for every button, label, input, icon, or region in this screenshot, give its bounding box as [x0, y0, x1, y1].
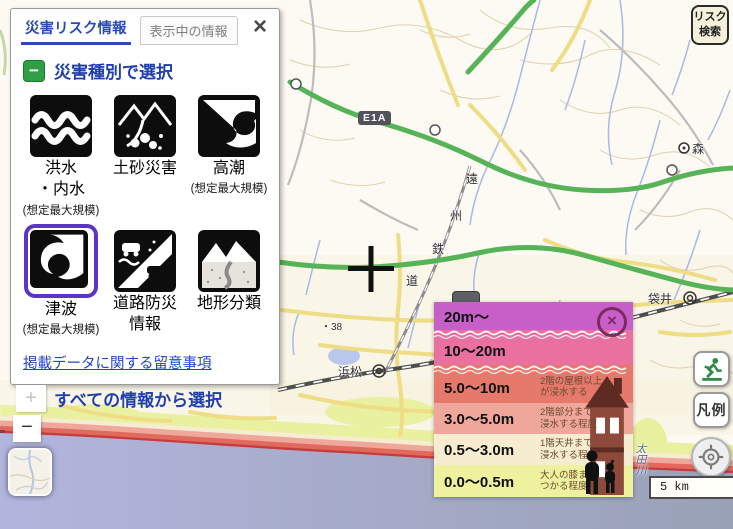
legend-row-label: 5.0～10m	[434, 377, 540, 398]
map-label-fukuroi: 袋井	[648, 290, 672, 307]
legend-row-label: 10～20m	[434, 340, 540, 361]
landform-icon	[198, 230, 260, 292]
hazard-button-tsunami[interactable]: 津波 (想定最大規模)	[19, 230, 103, 337]
tab-disaster-risk-info[interactable]: 災害リスク情報	[21, 14, 131, 45]
map-label-enshu-4: 道	[406, 272, 418, 289]
evacuation-person-icon	[699, 356, 725, 382]
legend-row-desc: 2階部分まで浸水する程度	[540, 407, 618, 430]
storm-surge-icon	[198, 95, 260, 157]
map-label-mori: 森	[692, 140, 704, 157]
legend-row-label: 3.0～5.0m	[434, 408, 540, 429]
legend-button[interactable]: 凡例	[693, 392, 730, 428]
hazard-button-road-hazard[interactable]: 道路防災 情報	[103, 230, 187, 337]
tab-displayed-info[interactable]: 表示中の情報	[140, 16, 238, 45]
legend-row: 5.0～10m 2階の屋根以上が浸水する	[434, 365, 633, 403]
hazard-map-app: E1A 森 袋井 浜松 ・38 遠 州 鉄 道 太田川 災害リスク情報 表示中の…	[0, 0, 733, 529]
hazard-note: (想定最大規模)	[23, 202, 100, 218]
hazard-note: (想定最大規模)	[23, 321, 100, 337]
hazard-button-landform[interactable]: 地形分類	[187, 230, 271, 337]
legend-row: 10～20m	[434, 330, 633, 365]
map-label-enshu-2: 州	[450, 207, 462, 224]
current-location-button[interactable]	[691, 437, 731, 477]
map-label-ota-river: 太田川	[632, 443, 648, 476]
hazard-note: (想定最大規模)	[191, 180, 268, 196]
hazard-button-landslide[interactable]: 土砂災害	[103, 95, 187, 218]
close-icon[interactable]: ×	[253, 17, 267, 37]
hazard-label: 情報	[129, 316, 161, 334]
road-hazard-icon	[114, 230, 176, 292]
wave-separator	[434, 365, 633, 374]
scale-bar: 5 km	[649, 476, 733, 499]
map-label-enshu-1: 遠	[466, 170, 478, 187]
section-title-select-from-all: すべての情報から選択	[54, 386, 222, 411]
hazard-label: 高潮	[213, 160, 245, 178]
hazard-button-storm-surge[interactable]: 高潮 (想定最大規模)	[187, 95, 271, 218]
evacuation-sites-button[interactable]	[693, 351, 730, 387]
section-title-select-by-type: 災害種別で選択	[54, 58, 173, 83]
risk-search-label-1: リスク	[693, 10, 727, 25]
hazard-label: 土砂災害	[113, 160, 177, 178]
zoom-out-button[interactable]: −	[13, 415, 41, 442]
hazard-label: 洪水	[45, 160, 77, 178]
legend-row: 3.0～5.0m 2階部分まで浸水する程度	[434, 403, 633, 434]
map-label-enshu-3: 鉄	[432, 240, 444, 257]
legend-row-label: 20m～	[434, 306, 540, 327]
hazard-label: 道路防災	[113, 295, 177, 313]
data-notes-link[interactable]: 掲載データに関する留意事項	[23, 352, 279, 373]
collapse-icon[interactable]: −	[23, 60, 45, 82]
map-label-spot-height: ・38	[321, 318, 342, 333]
risk-search-button[interactable]: リスク 検索	[691, 5, 729, 45]
landslide-icon	[114, 95, 176, 157]
disaster-risk-panel: 災害リスク情報 表示中の情報 × − 災害種別で選択 洪水 ・内水 (想定最大規…	[10, 8, 280, 385]
legend-close-icon[interactable]: ×	[597, 307, 627, 337]
map-label-hamamatsu: 浜松	[338, 363, 362, 380]
tsunami-icon	[30, 230, 88, 288]
risk-search-label-2: 検索	[693, 25, 727, 40]
tsunami-depth-legend: 20m～ 10～20m 5.0～10m 2階の屋根以上が浸水する 3.0～5.0…	[434, 302, 633, 497]
hazard-type-grid: 洪水 ・内水 (想定最大規模) 土砂災害	[11, 83, 279, 337]
overview-map-button[interactable]	[8, 448, 52, 496]
selected-hazard-outline	[24, 224, 98, 298]
hazard-label: ・内水	[37, 181, 85, 199]
zoom-in-button[interactable]: +	[16, 385, 46, 412]
location-target-icon	[697, 443, 725, 471]
hazard-button-flood[interactable]: 洪水 ・内水 (想定最大規模)	[19, 95, 103, 218]
flood-icon	[30, 95, 92, 157]
legend-row-label: 0.5～3.0m	[434, 439, 540, 460]
panel-tabs: 災害リスク情報 表示中の情報 ×	[11, 9, 279, 45]
adult-and-child-icon	[582, 450, 618, 496]
route-badge-e1a: E1A	[358, 111, 391, 125]
hazard-label: 津波	[45, 301, 77, 319]
hazard-label: 地形分類	[197, 295, 261, 313]
minimap-thumbnail	[10, 450, 50, 494]
legend-row-label: 0.0～0.5m	[434, 471, 540, 492]
legend-button-label: 凡例	[697, 400, 727, 420]
legend-row-desc: 2階の屋根以上が浸水する	[540, 376, 618, 399]
